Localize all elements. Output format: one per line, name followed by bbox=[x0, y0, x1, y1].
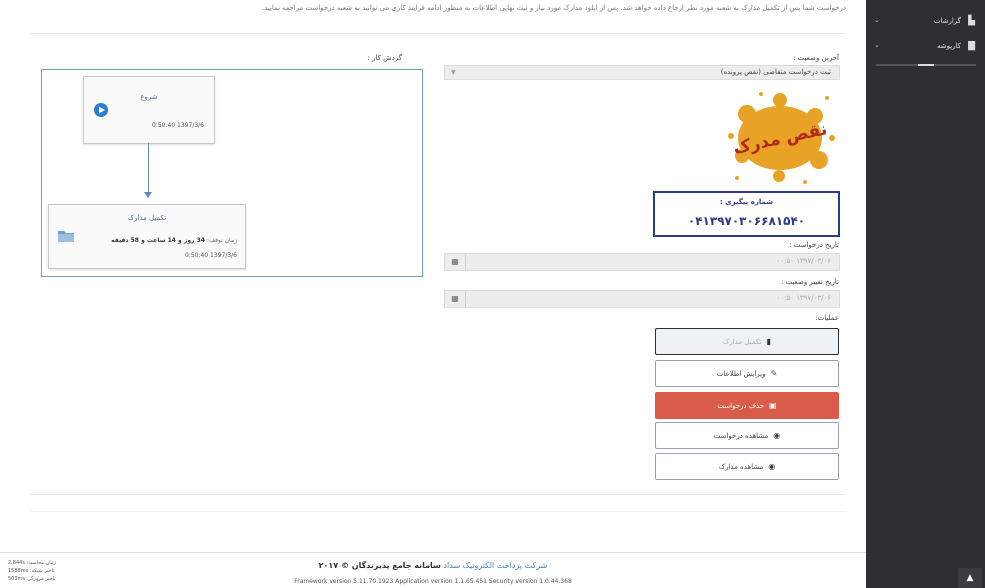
edit-icon: ✎ bbox=[770, 369, 778, 378]
arrow-up-icon: ▲ bbox=[966, 573, 974, 583]
status-value: ثبت درخواست متقاضی (نقص پرونده) bbox=[720, 68, 831, 76]
workflow-node-complete[interactable]: تکمیل مدارک زمان توقف: 34 روز و 14 ساعت … bbox=[48, 204, 246, 269]
notice-text: درخواست شما پس از تکمیل مدارک به شعبه مو… bbox=[261, 4, 846, 12]
play-icon bbox=[94, 103, 108, 117]
delete-request-button[interactable]: ▣ حذف درخواست bbox=[655, 392, 839, 419]
view-request-button[interactable]: ◉ مشاهده درخواست bbox=[655, 422, 839, 449]
workflow-connector bbox=[148, 143, 149, 196]
missing-document-stamp: نقص مدرک bbox=[728, 92, 835, 184]
sidebar-scroll-indicator bbox=[876, 64, 976, 66]
workflow-panel: شروع 0:50:40 1397/3/6 تکمیل مدارک زمان ت… bbox=[41, 69, 423, 277]
request-date-label: تاریخ درخواست : bbox=[789, 241, 839, 249]
calendar-icon[interactable]: ▦ bbox=[445, 254, 466, 270]
node-title: شروع bbox=[140, 93, 158, 101]
sidebar-item-label: گزارشات bbox=[933, 17, 961, 25]
status-select[interactable]: ثبت درخواست متقاضی (نقص پرونده) ▼ bbox=[444, 65, 840, 80]
sidebar-item-label: کارپوشه bbox=[936, 42, 961, 50]
button-label: حذف درخواست bbox=[717, 401, 765, 410]
request-date-field[interactable]: ▦ ۰۰:۵۰ ۱۳۹۷/۰۳/۰۶ bbox=[444, 253, 840, 271]
divider bbox=[30, 494, 845, 495]
complete-documents-button[interactable]: ▮ تکمیل مدارک bbox=[655, 328, 839, 355]
version-info: Framework version 5.11.70.1923 Applicati… bbox=[294, 578, 572, 585]
change-date-label: تاریخ تغییر وضعیت : bbox=[780, 278, 839, 286]
main-content: درخواست شما پس از تکمیل مدارک به شعبه مو… bbox=[0, 0, 866, 588]
chevron-down-icon: ⌄ bbox=[874, 41, 880, 49]
chevron-down-icon: ▼ bbox=[451, 69, 456, 76]
sidebar-item-workfolder[interactable]: ▇ کارپوشه ⌄ bbox=[866, 37, 985, 57]
divider bbox=[30, 511, 845, 512]
company-link[interactable]: شرکت پرداخت الکترونیک سداد bbox=[443, 561, 547, 570]
chart-icon: ▙ bbox=[968, 16, 975, 26]
eye-icon: ◉ bbox=[768, 462, 776, 471]
stop-time: زمان توقف: 34 روز و 14 ساعت و 58 دقیقه bbox=[111, 237, 237, 244]
change-date-field[interactable]: ▦ ۰۰:۵۰ ۱۳۹۷/۰۳/۰۶ bbox=[444, 290, 840, 308]
node-date: 0:50:40 1397/3/6 bbox=[185, 252, 237, 259]
operations-label: عملیات: bbox=[815, 314, 839, 322]
book-icon: ▮ bbox=[766, 337, 771, 346]
button-label: مشاهده مدارک bbox=[718, 462, 764, 471]
edit-info-button[interactable]: ✎ ویرایش اطلاعات bbox=[655, 360, 839, 387]
footer-title: شرکت پرداخت الکترونیک سداد سامانه جامع پ… bbox=[0, 561, 866, 570]
sidebar bbox=[866, 0, 985, 588]
button-label: تکمیل مدارک bbox=[723, 337, 762, 346]
trash-icon: ▣ bbox=[769, 401, 777, 410]
node-date: 0:50:40 1397/3/6 bbox=[152, 122, 204, 129]
workflow-node-start[interactable]: شروع 0:50:40 1397/3/6 bbox=[83, 76, 215, 144]
button-label: مشاهده درخواست bbox=[713, 431, 769, 440]
calendar-icon[interactable]: ▦ bbox=[445, 291, 466, 307]
footer-divider bbox=[0, 552, 866, 553]
arrow-down-icon bbox=[144, 192, 152, 198]
request-date-value: ۰۰:۵۰ ۱۳۹۷/۰۳/۰۶ bbox=[776, 257, 831, 265]
button-label: ویرایش اطلاعات bbox=[716, 369, 766, 378]
scroll-top-button[interactable]: ▲ bbox=[958, 568, 982, 588]
sidebar-item-reports[interactable]: ▙ گزارشات ⌄ bbox=[866, 12, 985, 32]
tracking-number: ۰۴۱۳۹۷۰۳۰۶۶۸۱۵۴۰ bbox=[687, 214, 806, 228]
tracking-box: شماره پیگیری : ۰۴۱۳۹۷۰۳۰۶۶۸۱۵۴۰ bbox=[653, 191, 840, 237]
tracking-label: شماره پیگیری : bbox=[719, 198, 774, 206]
divider bbox=[30, 33, 845, 34]
view-documents-button[interactable]: ◉ مشاهده مدارک bbox=[655, 453, 839, 480]
system-name: سامانه جامع پذیرندگان © ۲۰۱۷ bbox=[318, 561, 441, 570]
change-date-value: ۰۰:۵۰ ۱۳۹۷/۰۳/۰۶ bbox=[776, 294, 831, 302]
status-label: آخرین وضعیت : bbox=[793, 54, 839, 62]
briefcase-icon: ▇ bbox=[968, 41, 975, 51]
folder-icon bbox=[58, 231, 74, 242]
node-title: تکمیل مدارک bbox=[127, 214, 167, 222]
eye-icon: ◉ bbox=[773, 431, 781, 440]
chevron-down-icon: ⌄ bbox=[874, 16, 880, 24]
workflow-label: گردش کار : bbox=[367, 54, 402, 62]
